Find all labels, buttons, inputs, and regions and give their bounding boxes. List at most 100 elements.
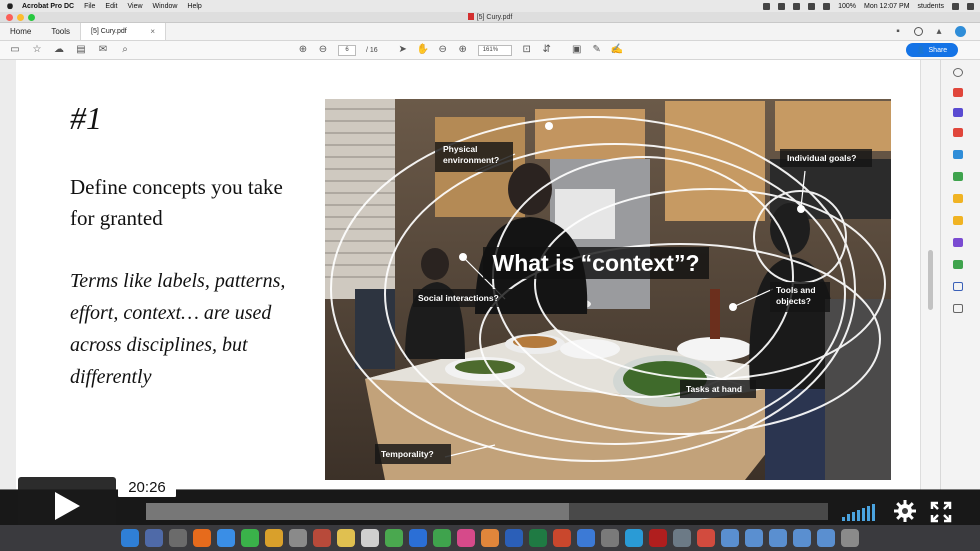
search-icon[interactable]	[952, 2, 959, 10]
app-store-dock-icon[interactable]	[577, 529, 595, 547]
firefox-dock-icon[interactable]	[193, 529, 211, 547]
sign-tool-icon[interactable]: ✍	[610, 45, 622, 55]
app-dock-icon[interactable]	[361, 529, 379, 547]
page-number-input[interactable]: 6	[338, 44, 356, 56]
folder-dock-icon[interactable]	[745, 529, 763, 547]
app-dock-icon[interactable]	[697, 529, 715, 547]
create-pdf-icon[interactable]	[953, 88, 963, 97]
label-temporality: Temporality?	[381, 449, 434, 459]
menu-help[interactable]: Help	[187, 3, 201, 10]
app-dock-icon[interactable]	[625, 529, 643, 547]
volume-bar	[867, 506, 870, 521]
app-dock-icon[interactable]	[481, 529, 499, 547]
macos-dock	[0, 525, 980, 551]
scroll-mode-icon[interactable]: ⇵	[542, 45, 552, 55]
messages-dock-icon[interactable]	[433, 529, 451, 547]
folder-dock-icon[interactable]	[793, 529, 811, 547]
help-icon[interactable]	[914, 27, 923, 36]
app-dock-icon[interactable]	[409, 529, 427, 547]
email-icon[interactable]: ✉	[98, 45, 108, 55]
settings-gear-icon[interactable]	[893, 499, 917, 523]
acrobat-dock-icon[interactable]	[649, 529, 667, 547]
zoom-icon[interactable]	[953, 68, 963, 77]
video-progress-bar[interactable]	[146, 503, 828, 520]
edit-pdf-icon[interactable]	[953, 108, 963, 117]
vertical-scrollbar[interactable]	[920, 60, 940, 490]
fit-page-icon[interactable]: ⊡	[522, 45, 532, 55]
folder-dock-icon[interactable]	[817, 529, 835, 547]
status-icon[interactable]	[763, 2, 771, 10]
next-page-icon[interactable]: ⊖	[318, 45, 328, 55]
safari-dock-icon[interactable]	[217, 529, 235, 547]
comment-tool-icon[interactable]: ▣	[572, 45, 582, 55]
folder-dock-icon[interactable]	[673, 529, 691, 547]
finder-dock-icon[interactable]	[121, 529, 139, 547]
fullscreen-icon[interactable]	[930, 501, 952, 523]
menu-file[interactable]: File	[84, 3, 95, 10]
music-dock-icon[interactable]	[457, 529, 475, 547]
scan-icon[interactable]	[953, 260, 963, 269]
scrollbar-thumb[interactable]	[928, 250, 933, 310]
menu-window[interactable]: Window	[153, 3, 178, 10]
launchpad-dock-icon[interactable]	[145, 529, 163, 547]
comment-icon[interactable]: ▪	[893, 26, 903, 37]
bookmark-star-icon[interactable]: ☆	[32, 45, 42, 55]
label-tools-line1: Tools and	[776, 285, 816, 295]
hand-tool-icon[interactable]: ✋	[416, 45, 428, 55]
battery-percent[interactable]: 100%	[838, 3, 856, 10]
pen-tool-icon[interactable]: ✎	[592, 45, 602, 55]
search-icon[interactable]: ⌕	[120, 45, 130, 55]
fill-sign-icon[interactable]	[953, 216, 963, 225]
print-icon[interactable]: ▤	[76, 45, 86, 55]
zoom-out-icon[interactable]: ⊖	[438, 45, 448, 55]
comment-tool-icon[interactable]	[953, 194, 963, 203]
app-dock-icon[interactable]	[289, 529, 307, 547]
menubar-app-name[interactable]: Acrobat Pro DC	[22, 3, 74, 10]
app-dock-icon[interactable]	[169, 529, 187, 547]
status-icon[interactable]	[793, 2, 801, 10]
more-tools-icon[interactable]	[953, 304, 963, 313]
folder-dock-icon[interactable]	[769, 529, 787, 547]
excel-dock-icon[interactable]	[529, 529, 547, 547]
bell-icon[interactable]: ▴	[934, 26, 944, 37]
app-dock-icon[interactable]	[265, 529, 283, 547]
menu-edit[interactable]: Edit	[105, 3, 117, 10]
trash-dock-icon[interactable]	[841, 529, 859, 547]
export-pdf-icon[interactable]	[953, 128, 963, 137]
select-cursor-icon[interactable]: ➤	[398, 45, 408, 55]
tab-home[interactable]: Home	[0, 23, 41, 40]
tab-tools[interactable]: Tools	[41, 23, 80, 40]
menubar-user[interactable]: students	[918, 3, 944, 10]
word-dock-icon[interactable]	[505, 529, 523, 547]
volume-meter[interactable]	[842, 503, 875, 521]
upload-cloud-icon[interactable]: ☁	[54, 45, 64, 55]
tab-document[interactable]: [5] Cury.pdf ×	[80, 23, 167, 40]
control-center-icon[interactable]	[967, 2, 974, 10]
app-dock-icon[interactable]	[313, 529, 331, 547]
status-icon[interactable]	[778, 2, 786, 10]
volume-icon[interactable]	[823, 2, 831, 10]
app-dock-icon[interactable]	[385, 529, 403, 547]
combine-files-icon[interactable]	[953, 172, 963, 181]
system-preferences-dock-icon[interactable]	[601, 529, 619, 547]
previous-page-icon[interactable]: ⊕	[298, 45, 308, 55]
label-individual-goals: Individual goals?	[787, 153, 857, 163]
zoom-level-select[interactable]: 161%	[477, 44, 512, 56]
close-tab-icon[interactable]: ×	[150, 27, 155, 36]
folder-dock-icon[interactable]	[721, 529, 739, 547]
organize-pages-icon[interactable]	[953, 150, 963, 159]
save-icon[interactable]: ▭	[10, 45, 20, 55]
share-button[interactable]: 👤 Share	[906, 43, 958, 57]
zoom-in-icon[interactable]: ⊕	[458, 45, 468, 55]
notes-dock-icon[interactable]	[337, 529, 355, 547]
powerpoint-dock-icon[interactable]	[553, 529, 571, 547]
avatar[interactable]	[955, 26, 966, 37]
send-signature-icon[interactable]	[953, 238, 963, 247]
apple-icon[interactable]	[6, 2, 14, 10]
protect-shield-icon[interactable]	[953, 282, 963, 291]
menu-view[interactable]: View	[127, 3, 142, 10]
wifi-icon[interactable]	[808, 2, 816, 10]
menubar-clock[interactable]: Mon 12:07 PM	[864, 3, 910, 10]
chrome-dock-icon[interactable]	[241, 529, 259, 547]
window-titlebar: [5] Cury.pdf	[0, 12, 980, 23]
